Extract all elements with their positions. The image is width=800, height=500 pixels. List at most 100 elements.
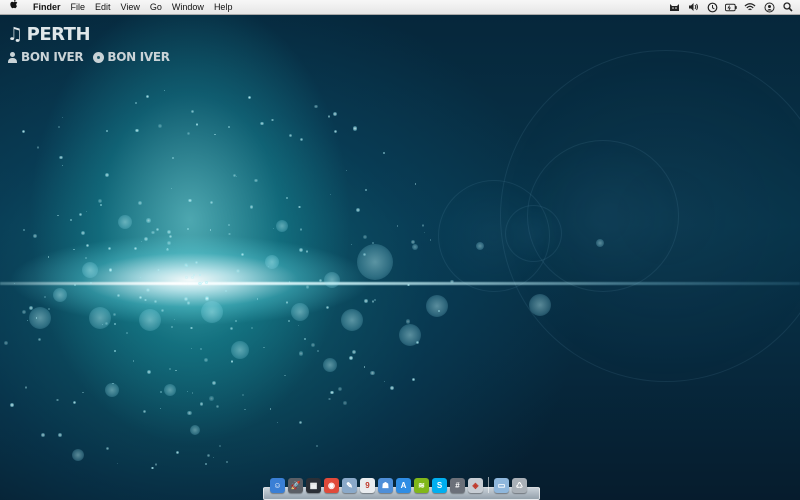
- particle: [228, 126, 231, 129]
- particle: [106, 129, 109, 132]
- particle: [305, 285, 309, 289]
- particle: [117, 462, 119, 464]
- particle: [133, 246, 138, 250]
- particle: [271, 118, 274, 122]
- particle: [187, 227, 190, 230]
- bokeh-light: [399, 324, 421, 346]
- trash-icon[interactable]: ♺: [512, 478, 527, 493]
- particle: [69, 219, 72, 222]
- particle: [249, 205, 254, 209]
- bokeh-light: [105, 383, 119, 397]
- album-name: BON IVER: [107, 50, 170, 64]
- particle: [187, 198, 192, 203]
- particle: [204, 296, 209, 301]
- particle: [125, 332, 128, 334]
- mission-control-icon[interactable]: ▦: [306, 478, 321, 493]
- particle: [154, 299, 157, 303]
- particle: [58, 433, 62, 437]
- now-playing-meta: BON IVER BON IVER: [7, 50, 170, 64]
- skype-icon[interactable]: S: [432, 478, 447, 493]
- particle: [300, 137, 304, 142]
- particle: [155, 227, 159, 231]
- bokeh-light: [190, 425, 200, 435]
- particle: [200, 402, 204, 406]
- particle: [143, 410, 147, 414]
- particle: [43, 296, 46, 299]
- particle: [99, 203, 102, 206]
- chrome-icon[interactable]: ◉: [324, 478, 339, 493]
- particle: [78, 212, 83, 217]
- particle: [343, 401, 347, 405]
- menu-help[interactable]: Help: [209, 0, 238, 14]
- particle: [82, 392, 84, 394]
- particle: [179, 288, 181, 291]
- app-store-icon[interactable]: A: [396, 478, 411, 493]
- particle: [114, 350, 116, 352]
- particle: [187, 410, 192, 416]
- photos-icon[interactable]: ✎: [342, 478, 357, 493]
- particle: [328, 398, 331, 401]
- particle: [85, 243, 90, 248]
- particle: [73, 401, 77, 405]
- finder-icon[interactable]: ☺: [270, 478, 285, 493]
- album-icon: [93, 51, 105, 63]
- particle: [37, 337, 42, 341]
- calendar-icon[interactable]: 9: [360, 478, 375, 493]
- spotify-icon[interactable]: ≋: [414, 478, 429, 493]
- particle: [186, 390, 188, 393]
- contacts-icon[interactable]: ☗: [378, 478, 393, 493]
- particle: [185, 269, 187, 271]
- menu-app-name[interactable]: Finder: [28, 0, 66, 14]
- particle: [362, 235, 367, 240]
- particle: [316, 349, 320, 353]
- menu-window[interactable]: Window: [167, 0, 209, 14]
- particle: [209, 229, 212, 231]
- menu-file[interactable]: File: [66, 0, 91, 14]
- downloads-folder-icon[interactable]: ▭: [494, 478, 509, 493]
- menu-view[interactable]: View: [116, 0, 145, 14]
- dock-separator: [488, 477, 489, 493]
- menu-edit[interactable]: Edit: [90, 0, 116, 14]
- bokeh-light: [341, 309, 363, 331]
- particle: [209, 396, 214, 401]
- particle: [211, 381, 216, 386]
- battery-icon[interactable]: [725, 1, 737, 13]
- particle: [389, 385, 394, 390]
- spotlight-search-icon[interactable]: [782, 1, 794, 13]
- particle: [59, 155, 64, 160]
- menu-go[interactable]: Go: [145, 0, 167, 14]
- particle: [135, 128, 139, 132]
- launchpad-icon[interactable]: 🚀: [288, 478, 303, 493]
- particle: [242, 393, 245, 396]
- apple-menu-icon[interactable]: [0, 0, 28, 15]
- particle: [304, 337, 307, 340]
- particle: [23, 229, 25, 231]
- particle: [175, 369, 177, 372]
- particle: [151, 466, 154, 470]
- now-playing-track: ♫ PERTH: [7, 24, 170, 46]
- time-machine-icon[interactable]: [706, 1, 718, 13]
- lens-flare-ring: [505, 205, 562, 262]
- calculator-icon[interactable]: #: [450, 478, 465, 493]
- particle: [113, 313, 116, 316]
- volume-icon[interactable]: [687, 1, 699, 13]
- particle: [352, 126, 358, 131]
- particle: [134, 102, 138, 105]
- wifi-icon[interactable]: [744, 1, 756, 13]
- particle: [256, 298, 258, 300]
- bokeh-light: [82, 262, 98, 278]
- user-icon[interactable]: [763, 1, 775, 13]
- bokeh-light: [89, 307, 111, 329]
- particle: [370, 370, 375, 375]
- particle: [250, 326, 254, 330]
- desktop: Finder File Edit View Go Window Help ♫ P…: [0, 0, 800, 500]
- cat-icon[interactable]: [668, 1, 680, 13]
- particle: [164, 89, 166, 92]
- particle: [154, 463, 158, 466]
- particle: [190, 110, 194, 114]
- preview-icon[interactable]: ◈: [468, 478, 483, 493]
- particle: [383, 380, 386, 383]
- menu-bar: Finder File Edit View Go Window Help: [0, 0, 800, 15]
- bokeh-light: [324, 272, 340, 288]
- particle: [297, 325, 300, 327]
